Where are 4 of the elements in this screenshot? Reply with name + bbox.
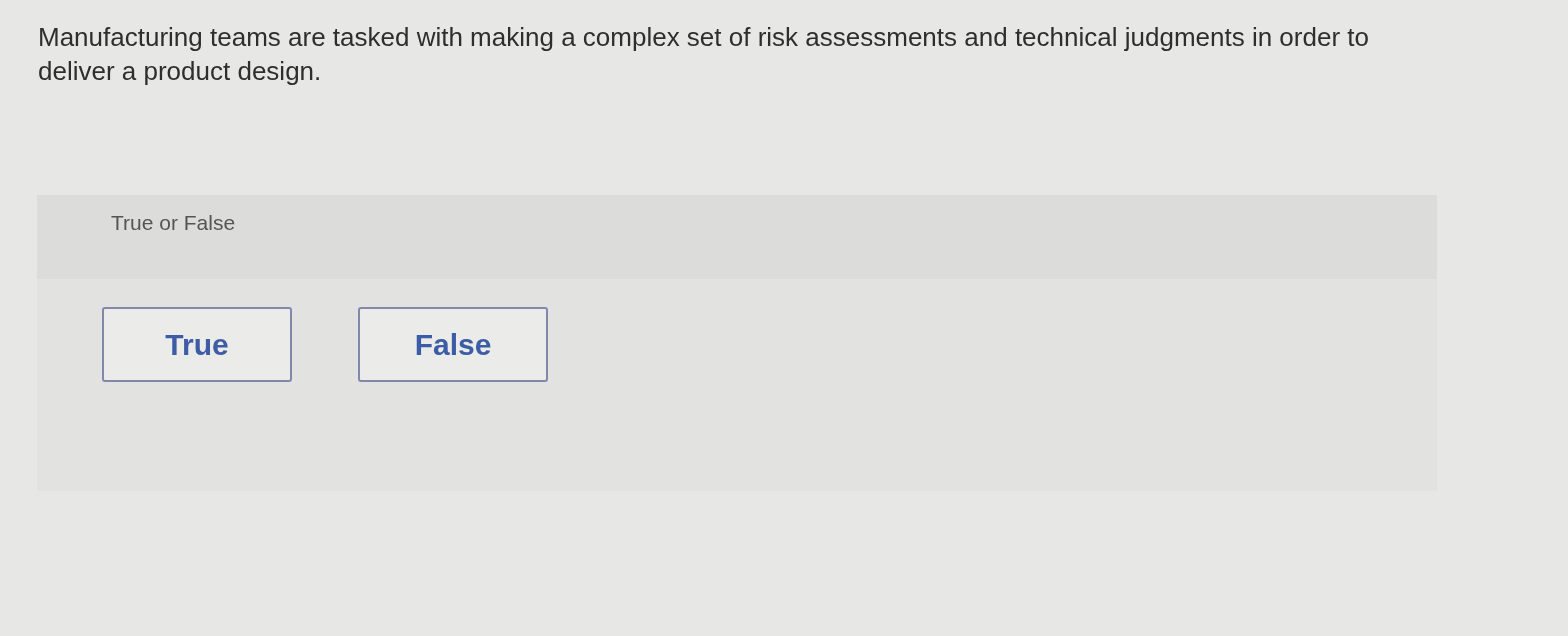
answer-option-button[interactable]: False: [358, 307, 548, 382]
question-text: Manufacturing teams are tasked with making a complex set of risk assessments and technical judgments in order to deliver a product design.: [38, 21, 1370, 88]
question-type-label: True or False: [111, 210, 236, 236]
answer-option-button[interactable]: True: [102, 307, 292, 382]
